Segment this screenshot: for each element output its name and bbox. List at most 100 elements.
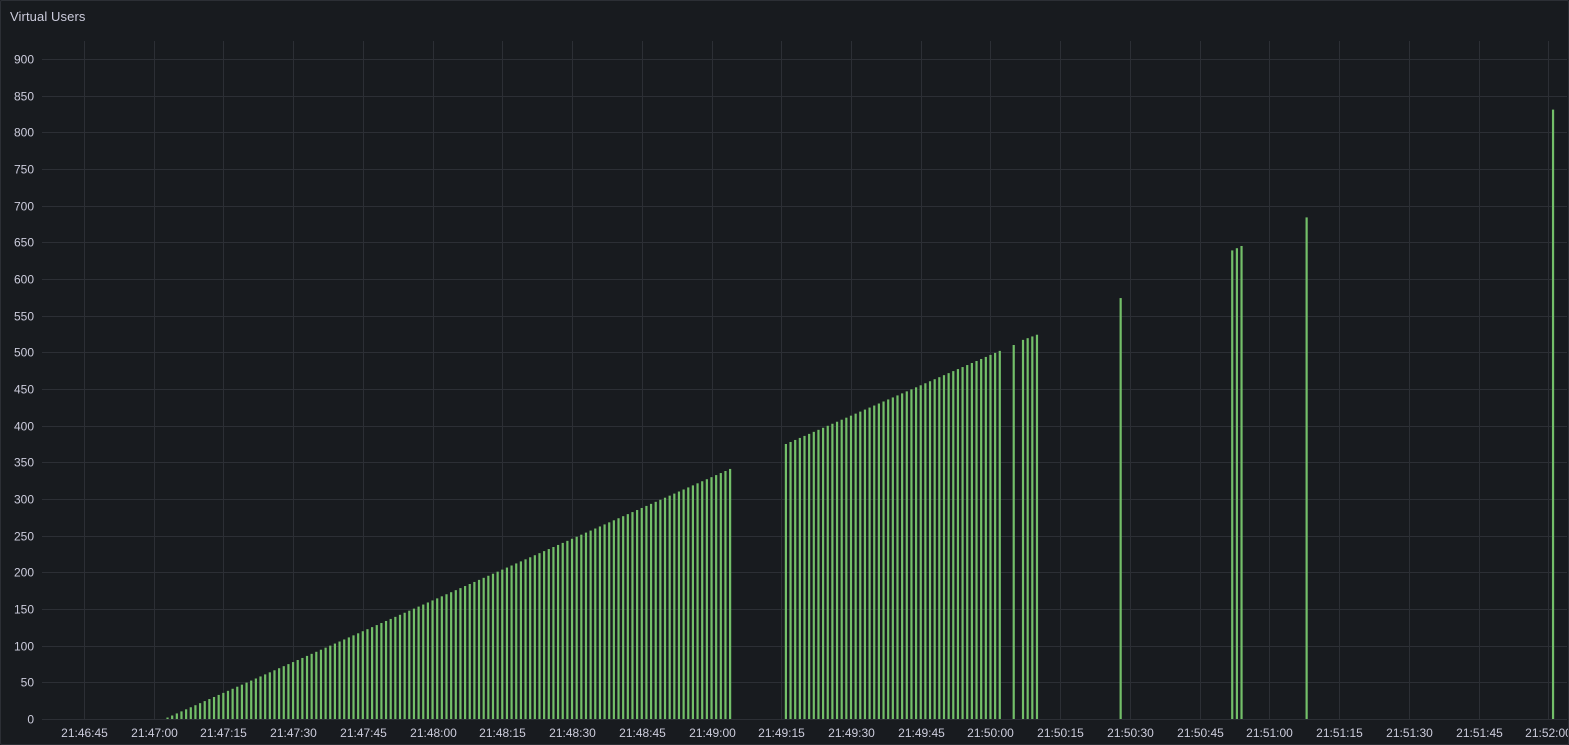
- bar[interactable]: [254, 678, 257, 720]
- bar[interactable]: [873, 405, 876, 719]
- bar[interactable]: [315, 651, 318, 719]
- bar[interactable]: [240, 684, 244, 719]
- bar[interactable]: [822, 427, 825, 719]
- bar[interactable]: [412, 608, 416, 719]
- bar[interactable]: [1231, 250, 1234, 719]
- bar[interactable]: [649, 503, 653, 719]
- bar[interactable]: [980, 358, 983, 719]
- bar[interactable]: [552, 547, 555, 719]
- bar[interactable]: [463, 586, 467, 719]
- bar[interactable]: [984, 356, 987, 719]
- bar[interactable]: [487, 575, 490, 719]
- bar[interactable]: [933, 379, 936, 719]
- bar[interactable]: [501, 569, 504, 719]
- bar[interactable]: [543, 551, 546, 719]
- bar[interactable]: [784, 444, 787, 719]
- bar[interactable]: [1240, 246, 1243, 719]
- bar[interactable]: [1031, 336, 1034, 719]
- bar[interactable]: [798, 437, 801, 719]
- bar[interactable]: [519, 561, 522, 719]
- bar[interactable]: [208, 699, 211, 719]
- bar[interactable]: [831, 423, 834, 719]
- bar[interactable]: [278, 668, 281, 719]
- bar[interactable]: [636, 510, 639, 719]
- bar[interactable]: [622, 516, 625, 719]
- bar[interactable]: [212, 696, 216, 719]
- bar[interactable]: [812, 431, 815, 719]
- bar[interactable]: [584, 532, 588, 719]
- bar[interactable]: [366, 629, 369, 719]
- bar[interactable]: [826, 425, 829, 719]
- bar[interactable]: [845, 417, 848, 719]
- bar[interactable]: [440, 596, 443, 719]
- bar[interactable]: [282, 666, 285, 719]
- bar[interactable]: [203, 701, 206, 719]
- bar[interactable]: [538, 553, 541, 719]
- bar[interactable]: [459, 588, 462, 719]
- bar[interactable]: [1235, 248, 1238, 719]
- bar[interactable]: [589, 530, 592, 719]
- bar[interactable]: [468, 583, 471, 719]
- virtual-users-bar-chart[interactable]: 0 50 100 150 200 250 300 350 400 450 500 550 600 650 7…: [1, 1, 1568, 744]
- bar[interactable]: [835, 421, 839, 719]
- bar[interactable]: [631, 512, 634, 719]
- bar[interactable]: [901, 393, 904, 719]
- bar[interactable]: [989, 354, 992, 719]
- bar[interactable]: [291, 662, 295, 719]
- bar[interactable]: [882, 401, 885, 719]
- bar[interactable]: [436, 598, 439, 719]
- bar[interactable]: [608, 522, 611, 719]
- bar[interactable]: [854, 413, 857, 719]
- bar[interactable]: [491, 573, 495, 719]
- bar[interactable]: [324, 647, 327, 719]
- bar[interactable]: [259, 676, 262, 719]
- bar[interactable]: [645, 505, 648, 719]
- bar[interactable]: [803, 435, 806, 719]
- bar[interactable]: [556, 544, 560, 719]
- bar[interactable]: [808, 433, 811, 719]
- bar[interactable]: [333, 643, 337, 719]
- bar[interactable]: [924, 383, 927, 719]
- bar[interactable]: [445, 594, 448, 719]
- bar[interactable]: [389, 618, 392, 719]
- bar[interactable]: [659, 499, 662, 719]
- bar[interactable]: [287, 664, 290, 719]
- bar[interactable]: [185, 709, 188, 719]
- bar[interactable]: [910, 389, 913, 719]
- bar[interactable]: [928, 381, 932, 719]
- bar[interactable]: [668, 495, 671, 719]
- bar[interactable]: [947, 373, 950, 719]
- bar[interactable]: [505, 567, 509, 719]
- bar[interactable]: [408, 610, 411, 719]
- bar[interactable]: [329, 645, 332, 719]
- bar[interactable]: [729, 468, 732, 719]
- bar[interactable]: [547, 549, 550, 719]
- bar[interactable]: [887, 399, 890, 719]
- bar[interactable]: [970, 363, 973, 719]
- bar[interactable]: [687, 487, 690, 719]
- bar[interactable]: [394, 616, 397, 719]
- bar[interactable]: [570, 538, 574, 719]
- bar[interactable]: [175, 713, 178, 719]
- bar[interactable]: [403, 612, 406, 719]
- bar[interactable]: [566, 540, 569, 719]
- bar[interactable]: [1305, 217, 1308, 719]
- bar[interactable]: [998, 350, 1001, 719]
- bar[interactable]: [398, 614, 402, 719]
- bar[interactable]: [305, 655, 309, 719]
- bar[interactable]: [575, 536, 578, 719]
- bar[interactable]: [496, 571, 499, 719]
- bar[interactable]: [357, 633, 360, 719]
- bar[interactable]: [189, 707, 192, 719]
- bar[interactable]: [533, 555, 536, 719]
- bar[interactable]: [198, 703, 202, 719]
- bar[interactable]: [961, 367, 964, 719]
- bar[interactable]: [914, 387, 918, 719]
- bar[interactable]: [942, 375, 946, 719]
- bar[interactable]: [673, 493, 676, 719]
- bar[interactable]: [952, 371, 955, 719]
- bar[interactable]: [380, 623, 383, 719]
- bar[interactable]: [859, 411, 862, 719]
- bar[interactable]: [863, 409, 867, 719]
- bar[interactable]: [938, 377, 941, 719]
